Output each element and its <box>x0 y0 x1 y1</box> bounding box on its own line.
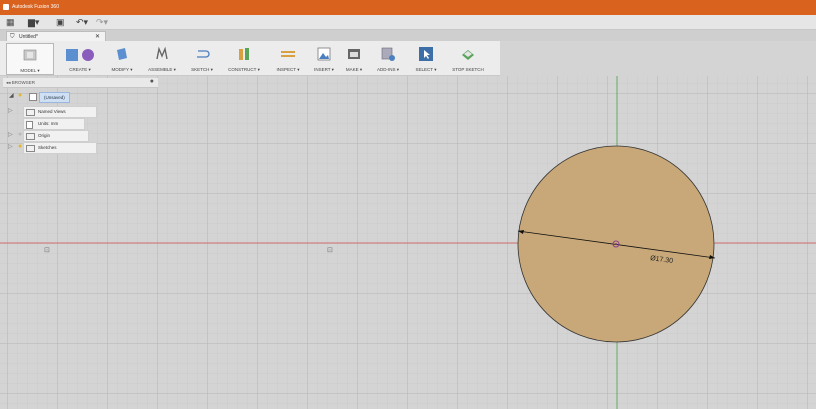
save-icon[interactable]: ▣ <box>56 17 65 27</box>
add-ins-label: ADD-INS ▾ <box>376 67 399 72</box>
browser-pin-icon[interactable]: ● <box>150 78 154 85</box>
browser-item-label: Named Views <box>38 109 66 114</box>
folder-icon <box>26 133 35 140</box>
add-ins-menu[interactable]: ADD-INS ▾ <box>370 43 406 73</box>
browser-item-label: Origin <box>38 133 51 138</box>
folder-icon <box>26 109 35 116</box>
insert-image-icon <box>317 47 331 61</box>
browser-root-row[interactable]: ◢ ● (Unsaved) <box>9 92 99 103</box>
create-label: CREATE ▾ <box>69 67 91 72</box>
quick-access-bar: ▦ ▆▾ ▣ ↶▾ ↷▾ <box>0 15 816 30</box>
select-label: SELECT ▾ <box>415 67 437 72</box>
construct-label: CONSTRUCT ▾ <box>228 67 260 72</box>
stop-sketch-icon <box>462 50 474 60</box>
grid-origin-marker: ⊡ <box>44 247 50 254</box>
expand-root-icon[interactable]: ◢ <box>9 92 14 99</box>
construct-menu[interactable]: CONSTRUCT ▾ <box>222 43 266 73</box>
browser-item-named-views[interactable]: ▷ Named Views <box>8 106 97 118</box>
modify-icon <box>117 48 127 60</box>
select-cursor-icon <box>419 47 433 61</box>
browser-header: ◂◂ BROWSER ● <box>3 78 158 88</box>
modify-menu[interactable]: MODIFY ▾ <box>104 43 140 73</box>
data-panel-grid-icon[interactable]: ▦ <box>6 17 15 27</box>
stop-sketch-label: STOP SKETCH <box>452 67 484 72</box>
redo-icon[interactable]: ↷▾ <box>96 17 108 27</box>
add-ins-icon <box>381 47 395 61</box>
title-bar: Autodesk Fusion 360 <box>0 0 816 15</box>
make-printer-icon <box>348 49 360 59</box>
document-icon: ⛉ <box>10 34 15 40</box>
visibility-bulb-icon[interactable]: ● <box>18 92 22 99</box>
window-title: Autodesk Fusion 360 <box>12 4 59 10</box>
stop-sketch-button[interactable]: STOP SKETCH <box>446 43 490 73</box>
select-menu[interactable]: SELECT ▾ <box>408 43 444 73</box>
fusion-logo-icon <box>3 4 9 10</box>
model-workspace-icon <box>23 49 37 61</box>
browser-item-units[interactable]: Units: mm <box>23 118 85 130</box>
folder-icon <box>26 145 35 152</box>
inspect-icon <box>281 51 295 57</box>
make-label: MAKE ▾ <box>345 67 363 72</box>
assemble-icon <box>156 46 168 60</box>
visibility-bulb-icon[interactable]: ● <box>18 143 22 150</box>
browser-title: ◂◂ BROWSER <box>6 80 36 85</box>
document-tab-label: Untitled* <box>19 34 38 40</box>
browser-item-label: Sketches <box>38 145 57 150</box>
make-menu[interactable]: MAKE ▾ <box>340 43 368 73</box>
expand-sketches-icon[interactable]: ▷ <box>8 143 13 150</box>
sketch-icon <box>197 50 210 58</box>
document-tab-bar: ⛉ Untitled* ✕ <box>0 30 816 42</box>
assemble-menu[interactable]: ASSEMBLE ▾ <box>142 43 182 73</box>
ribbon-toolbar: MODEL ▾ CREATE ▾ MODIFY ▾ ASSEMBLE ▾ SKE… <box>0 41 500 76</box>
root-component-label: (Unsaved) <box>39 92 70 103</box>
inspect-label: INSPECT ▾ <box>276 67 300 72</box>
component-icon <box>29 93 37 101</box>
expand-origin-icon[interactable]: ▷ <box>8 131 13 138</box>
workspace-switcher[interactable]: MODEL ▾ <box>6 43 54 75</box>
sketch-menu[interactable]: SKETCH ▾ <box>184 43 220 73</box>
document-settings-icon <box>26 121 33 129</box>
workspace-label: MODEL ▾ <box>20 68 40 73</box>
modify-label: MODIFY ▾ <box>111 67 133 72</box>
insert-menu[interactable]: INSERT ▾ <box>310 43 338 73</box>
center-point-dot <box>615 243 617 245</box>
undo-icon[interactable]: ↶▾ <box>76 17 88 27</box>
grid-scale-marker: ⊡ <box>327 247 333 254</box>
browser-item-label: Units: mm <box>38 121 59 126</box>
browser-item-origin[interactable]: ▷ ● Origin <box>8 130 89 142</box>
insert-label: INSERT ▾ <box>314 67 334 72</box>
sketch-label: SKETCH ▾ <box>191 67 213 72</box>
expand-named-views-icon[interactable]: ▷ <box>8 107 13 114</box>
close-tab-icon[interactable]: ✕ <box>95 33 100 40</box>
create-menu[interactable]: CREATE ▾ <box>58 43 102 73</box>
file-menu-icon[interactable]: ▆▾ <box>28 17 39 27</box>
browser-item-sketches[interactable]: ▷ ● Sketches <box>8 142 97 154</box>
visibility-bulb-off-icon[interactable]: ● <box>18 131 22 138</box>
construct-icon <box>239 48 249 60</box>
assemble-label: ASSEMBLE ▾ <box>148 67 176 72</box>
browser-panel: ◂◂ BROWSER ● ◢ ● (Unsaved) ▷ Named Views… <box>3 78 158 156</box>
create-box-icon <box>66 49 94 61</box>
inspect-menu[interactable]: INSPECT ▾ <box>268 43 308 73</box>
